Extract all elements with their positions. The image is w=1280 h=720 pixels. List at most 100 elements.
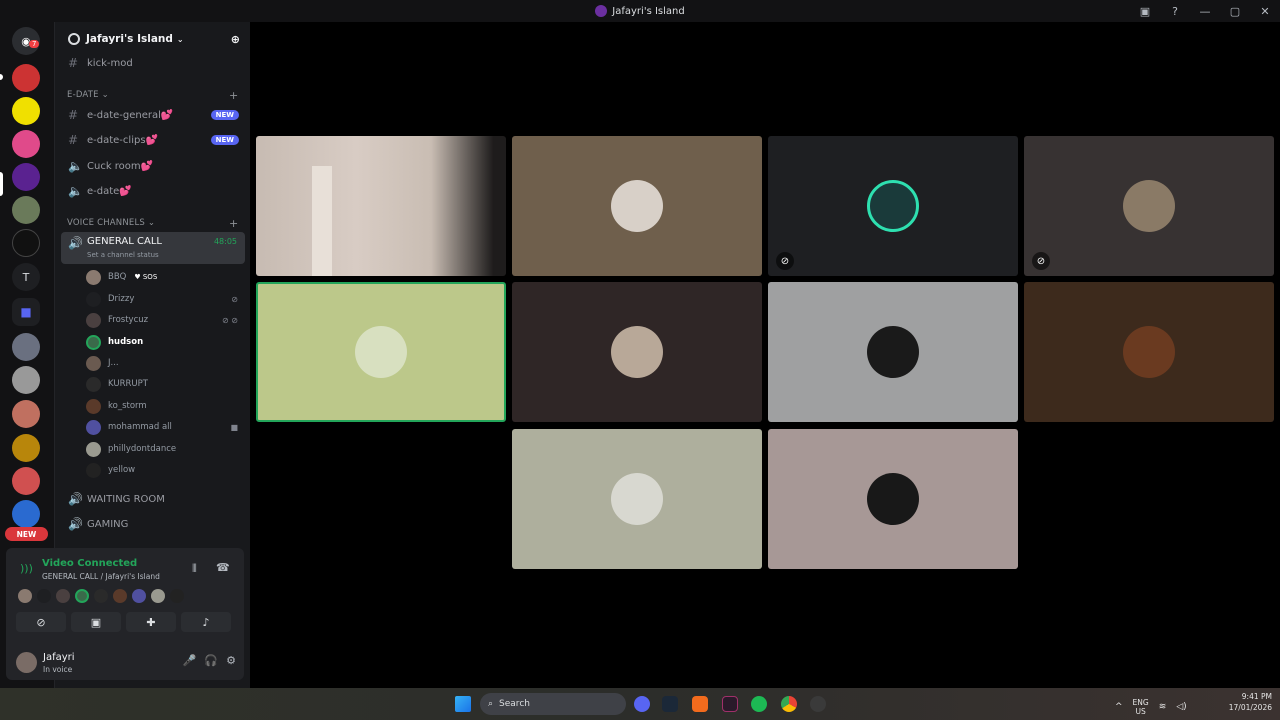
video-tile[interactable]: ⊘	[1024, 136, 1274, 276]
soundboard-icon: ♪	[202, 615, 210, 629]
avatar	[867, 473, 919, 525]
server-icon[interactable]	[12, 500, 40, 528]
server-icon[interactable]	[12, 434, 40, 462]
app-taskbar-icon[interactable]	[722, 696, 738, 712]
channel-e-date[interactable]: 🔈 e-date💕	[61, 180, 245, 202]
muted-icon: ⊘	[776, 252, 794, 270]
channel-general-call[interactable]: 🔊 GENERAL CALL 48:05 Set a channel statu…	[61, 232, 245, 264]
server-icon[interactable]	[12, 229, 40, 257]
camera-off-button[interactable]: ⊘	[16, 612, 66, 632]
server-icon[interactable]	[12, 196, 40, 224]
participant-avatar[interactable]	[75, 589, 89, 603]
participant-avatar[interactable]	[151, 589, 165, 603]
video-tile[interactable]	[768, 429, 1018, 569]
discord-taskbar-icon[interactable]	[634, 696, 650, 712]
participant-avatar[interactable]	[37, 589, 51, 603]
steam-taskbar-icon[interactable]	[662, 696, 678, 712]
maximize-button[interactable]: ▢	[1220, 5, 1250, 18]
disconnect-icon[interactable]: ☎	[216, 561, 230, 574]
channel-waiting-room[interactable]: 🔊 WAITING ROOM	[61, 488, 245, 510]
voice-location[interactable]: GENERAL CALL / Jafayri's Island	[42, 572, 160, 581]
new-servers-badge[interactable]: NEW	[5, 527, 48, 541]
channel-status[interactable]: Set a channel status	[87, 251, 159, 259]
user-avatar[interactable]	[16, 652, 37, 673]
channel-gaming[interactable]: 🔊 GAMING	[61, 513, 245, 535]
chrome-taskbar-icon[interactable]	[781, 696, 797, 712]
app-taskbar-icon[interactable]	[810, 696, 826, 712]
voice-user[interactable]: Frostycuz ⊘ ⊘	[86, 310, 238, 330]
microphone-icon[interactable]: 🎤	[183, 654, 197, 667]
voice-user[interactable]: hudson	[86, 332, 238, 352]
server-icon[interactable]	[12, 400, 40, 428]
voice-panel: ))) Video Connected GENERAL CALL / Jafay…	[6, 548, 244, 680]
participant-avatar[interactable]	[56, 589, 70, 603]
avatar	[1123, 180, 1175, 232]
voice-user[interactable]: Drizzy ⊘	[86, 289, 238, 309]
guild-header[interactable]: Jafayri's Island ⌄ ⊕	[55, 22, 250, 56]
server-icon[interactable]	[12, 163, 40, 191]
voice-user[interactable]: J...	[86, 353, 238, 373]
taskbar-search[interactable]: ⌕ Search	[480, 693, 626, 715]
add-channel-icon[interactable]: +	[229, 89, 238, 102]
video-tile[interactable]	[512, 429, 762, 569]
video-tile[interactable]	[768, 282, 1018, 422]
participant-avatar[interactable]	[170, 589, 184, 603]
participant-avatar[interactable]	[94, 589, 108, 603]
server-icon[interactable]	[12, 333, 40, 361]
spotify-taskbar-icon[interactable]	[751, 696, 767, 712]
avatar	[867, 180, 919, 232]
video-tile[interactable]	[512, 136, 762, 276]
screen-share-button[interactable]: ▣	[71, 612, 121, 632]
chevron-up-icon[interactable]: ^	[1115, 702, 1123, 712]
wifi-icon[interactable]: ≋	[1159, 702, 1167, 712]
video-tile-camera[interactable]	[256, 136, 506, 276]
language-indicator[interactable]: ENG US	[1133, 698, 1149, 716]
video-tile[interactable]: ⊘	[768, 136, 1018, 276]
speaker-icon: 🔊	[68, 492, 83, 506]
folder-icon[interactable]: ■	[12, 298, 40, 326]
voice-user[interactable]: ko_storm	[86, 396, 238, 416]
voice-user[interactable]: yellow	[86, 460, 238, 480]
clock[interactable]: 9:41 PM 17/01/2026	[1229, 691, 1272, 713]
voice-user[interactable]: BBQ ♥ SOS	[86, 267, 238, 287]
new-badge: NEW	[210, 110, 239, 120]
add-channel-icon[interactable]: +	[229, 217, 238, 230]
participant-avatar[interactable]	[18, 589, 32, 603]
channel-cuck-room[interactable]: 🔈 Cuck room💕	[61, 155, 245, 177]
inbox-icon[interactable]: ▣	[1130, 5, 1160, 18]
help-icon[interactable]: ?	[1160, 5, 1190, 18]
server-icon[interactable]	[12, 366, 40, 394]
category-e-date[interactable]: E-DATE ⌄ +	[67, 89, 238, 102]
soundboard-button[interactable]: ♪	[181, 612, 231, 632]
activities-button[interactable]: ✚	[126, 612, 176, 632]
server-icon[interactable]	[12, 64, 40, 92]
connection-status[interactable]: Video Connected	[42, 558, 137, 569]
voice-user[interactable]: mohammad all ■	[86, 417, 238, 437]
voice-user[interactable]: phillydontdance	[86, 439, 238, 459]
participant-avatar[interactable]	[113, 589, 127, 603]
user-area[interactable]: Jafayri In voice 🎤 🎧 ⚙	[16, 650, 236, 676]
server-icon[interactable]	[12, 130, 40, 158]
app-taskbar-icon[interactable]	[692, 696, 708, 712]
noise-suppression-icon[interactable]: ⦀	[192, 562, 197, 576]
participant-avatar[interactable]	[132, 589, 146, 603]
gear-icon[interactable]: ⚙	[226, 654, 236, 667]
channel-kick-mod[interactable]: # kick-mod	[61, 52, 245, 74]
channel-e-date-clips[interactable]: # e-date-clips💕 NEW	[61, 129, 245, 151]
category-voice-channels[interactable]: VOICE CHANNELS ⌄ +	[67, 217, 238, 230]
invite-icon[interactable]: ⊕	[231, 33, 240, 46]
close-button[interactable]: ✕	[1250, 5, 1280, 18]
user-tag: ♥ SOS	[134, 273, 158, 281]
video-tile[interactable]	[1024, 282, 1274, 422]
server-icon[interactable]	[12, 97, 40, 125]
video-tile[interactable]	[512, 282, 762, 422]
voice-user[interactable]: KURRUPT	[86, 374, 238, 394]
headphones-icon[interactable]: 🎧	[204, 654, 218, 667]
channel-e-date-general[interactable]: # e-date-general💕 NEW	[61, 104, 245, 126]
server-icon[interactable]	[12, 467, 40, 495]
server-icon[interactable]: T	[12, 263, 40, 291]
volume-icon[interactable]: ◁)	[1176, 702, 1186, 712]
video-tile-speaking[interactable]	[256, 282, 506, 422]
minimize-button[interactable]: —	[1190, 5, 1220, 18]
windows-start-icon[interactable]	[455, 696, 471, 712]
